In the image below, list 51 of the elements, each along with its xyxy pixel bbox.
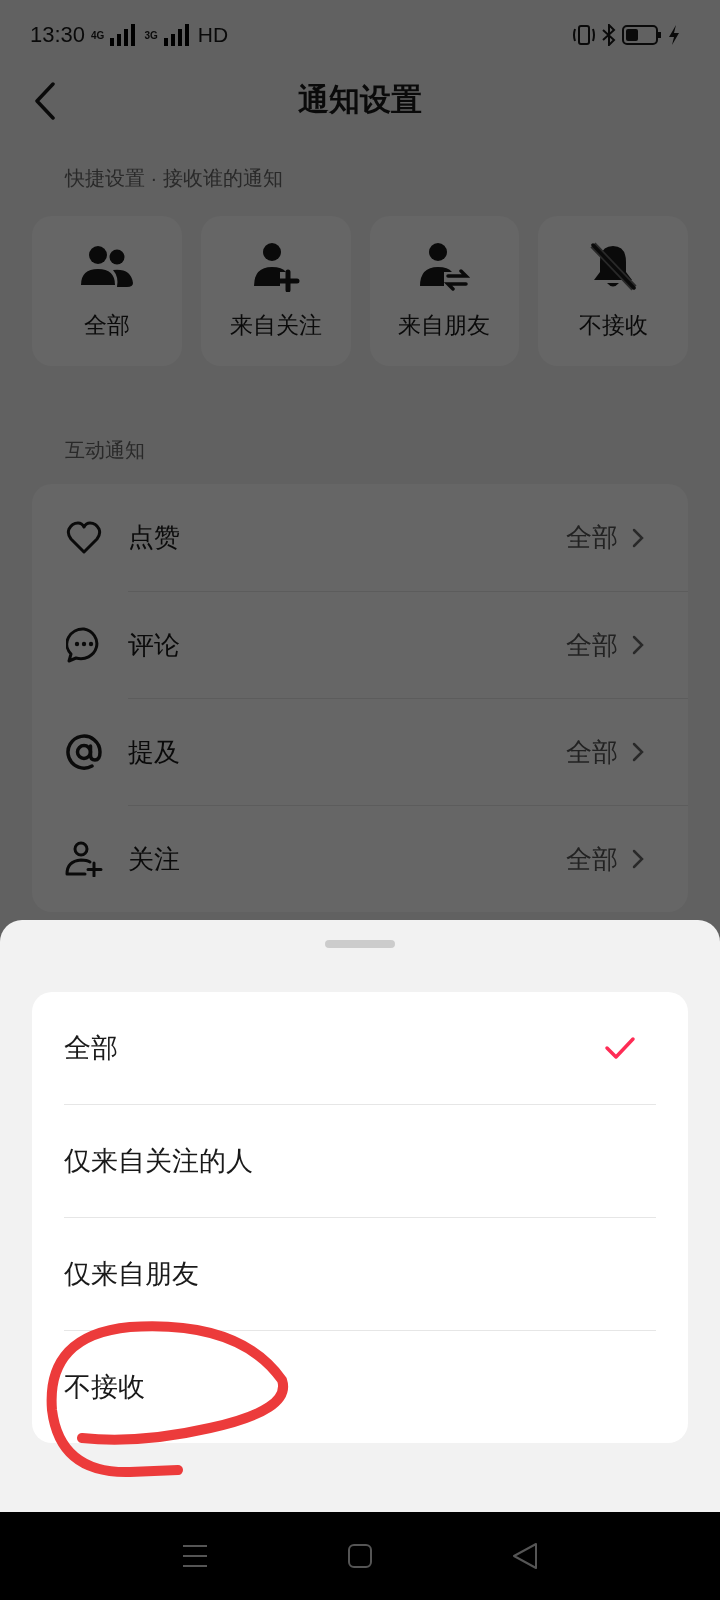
drag-handle[interactable]	[325, 940, 395, 948]
back-triangle-icon[interactable]	[512, 1542, 538, 1570]
quick-option-card[interactable]: 来自关注	[200, 216, 351, 366]
option-row[interactable]: 不接收	[64, 1330, 656, 1443]
at-sign-icon	[66, 733, 102, 770]
setting-label: 提及	[128, 735, 181, 769]
option-label: 仅来自关注的人	[64, 1145, 254, 1178]
option-label: 不接收	[64, 1371, 146, 1404]
group-icon	[78, 244, 135, 289]
quick-option-card[interactable]: 来自朋友	[369, 216, 520, 366]
home-square-icon[interactable]	[348, 1544, 372, 1568]
setting-row[interactable]: 关注 全部	[32, 805, 688, 912]
menu-icon[interactable]	[182, 1544, 208, 1568]
clock-time: 13:30	[30, 22, 86, 48]
charging-icon	[668, 24, 680, 46]
setting-label: 评论	[128, 628, 181, 662]
bell-off-icon	[588, 241, 639, 292]
quick-option-card[interactable]: 全部	[32, 216, 182, 366]
setting-label: 关注	[128, 842, 181, 876]
checkmark-icon	[604, 1036, 636, 1060]
chevron-right-icon	[632, 635, 644, 655]
chevron-right-icon	[632, 849, 644, 869]
section-label: 快捷设置 · 接收谁的通知	[63, 166, 283, 191]
option-label: 仅来自朋友	[64, 1258, 200, 1291]
network-type: 3G	[144, 29, 158, 41]
setting-value: 全部	[566, 628, 618, 662]
bluetooth-icon	[602, 24, 616, 46]
battery-icon	[622, 24, 662, 46]
heart-icon	[66, 520, 102, 555]
add-user-icon	[65, 840, 103, 877]
network-type: HD	[197, 23, 229, 47]
setting-value: 全部	[566, 842, 618, 876]
option-label: 全部	[64, 1032, 119, 1065]
option-row[interactable]: 仅来自关注的人	[64, 1104, 656, 1217]
setting-label: 点赞	[128, 521, 181, 554]
chevron-right-icon	[632, 742, 644, 762]
network-type: 4G	[91, 29, 105, 41]
setting-row[interactable]: 评论 全部	[32, 591, 688, 698]
signal-icon	[163, 24, 192, 46]
setting-row[interactable]: 点赞 全部	[32, 484, 688, 591]
quick-option-card[interactable]: 不接收	[538, 216, 688, 366]
setting-row[interactable]: 提及 全部	[32, 698, 688, 805]
option-row[interactable]: 全部	[64, 992, 656, 1104]
option-row[interactable]: 仅来自朋友	[64, 1217, 656, 1330]
setting-value: 全部	[566, 735, 618, 769]
vibrate-icon	[572, 24, 596, 46]
chevron-right-icon	[632, 527, 644, 548]
section-label: 互动通知	[64, 438, 145, 463]
user-swap-icon	[418, 241, 471, 292]
setting-value: 全部	[566, 521, 618, 554]
page-title: 通知设置	[298, 81, 422, 119]
